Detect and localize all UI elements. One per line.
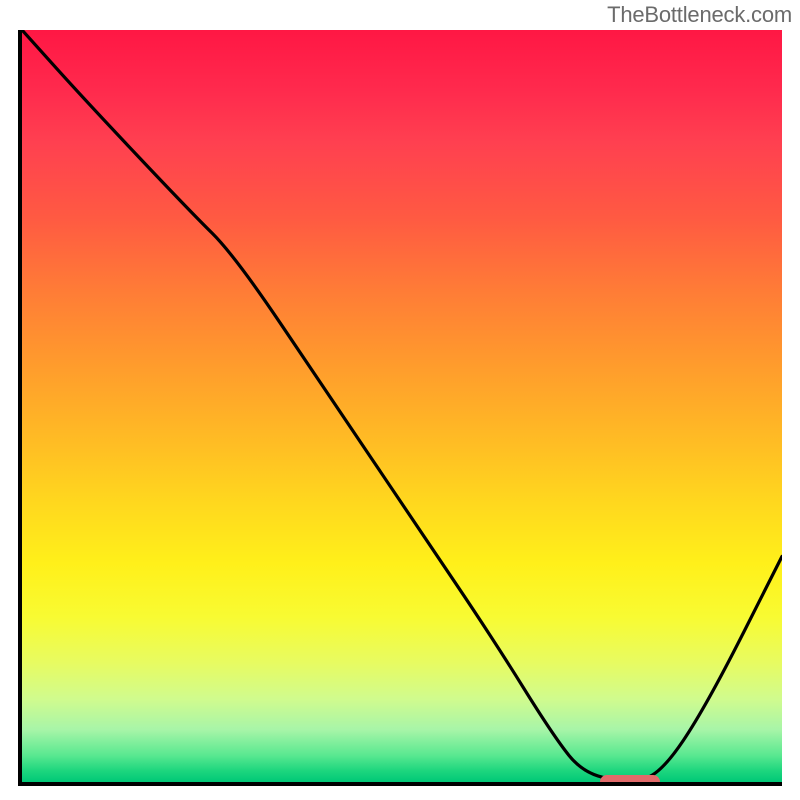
- optimal-marker: [600, 775, 661, 786]
- chart-canvas: TheBottleneck.com: [0, 0, 800, 800]
- watermark-text: TheBottleneck.com: [607, 2, 792, 28]
- curve-path: [22, 30, 782, 780]
- bottleneck-curve: [22, 30, 782, 782]
- plot-area: [18, 30, 782, 786]
